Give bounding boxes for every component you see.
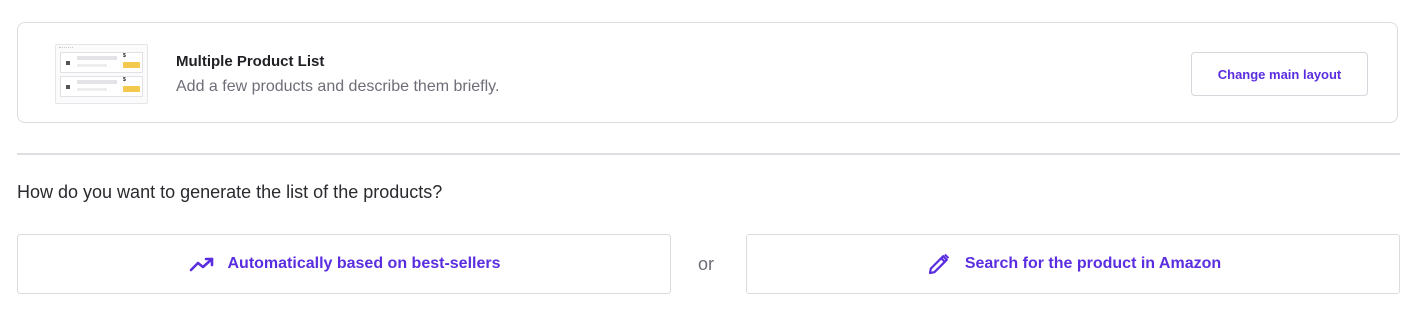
thumbnail-buy-button bbox=[123, 62, 140, 68]
thumbnail-product-image bbox=[66, 61, 70, 65]
thumbnail-desc-line bbox=[77, 64, 107, 67]
change-main-layout-button[interactable]: Change main layout bbox=[1191, 52, 1368, 96]
thumbnail-product-row: $ bbox=[60, 76, 143, 97]
layout-description: Add a few products and describe them bri… bbox=[176, 78, 500, 95]
auto-best-sellers-option[interactable]: Automatically based on best-sellers bbox=[17, 234, 671, 294]
section-divider bbox=[17, 153, 1400, 155]
thumbnail-product-image bbox=[66, 85, 70, 89]
thumbnail-desc-line bbox=[77, 88, 107, 91]
thumbnail-title-line bbox=[77, 80, 117, 84]
search-amazon-option[interactable]: Search for the product in Amazon bbox=[746, 234, 1400, 294]
trending-up-icon bbox=[188, 250, 216, 278]
pencil-icon bbox=[925, 250, 953, 278]
search-option-label: Search for the product in Amazon bbox=[964, 255, 1222, 272]
layout-card: $ $ Multiple Product List Add a few prod… bbox=[17, 22, 1398, 123]
thumbnail-buy-button bbox=[123, 86, 140, 92]
thumbnail-title-line bbox=[77, 56, 117, 60]
thumbnail-price: $ bbox=[123, 53, 126, 59]
auto-option-label: Automatically based on best-sellers bbox=[227, 255, 501, 272]
layout-title: Multiple Product List bbox=[176, 53, 325, 70]
generation-question: How do you want to generate the list of … bbox=[17, 182, 443, 202]
thumbnail-price: $ bbox=[123, 77, 126, 83]
thumbnail-product-row: $ bbox=[60, 52, 143, 73]
or-separator: or bbox=[698, 254, 715, 274]
page: $ $ Multiple Product List Add a few prod… bbox=[0, 0, 1414, 318]
layout-thumbnail: $ $ bbox=[55, 44, 148, 104]
thumbnail-dots bbox=[59, 47, 73, 50]
